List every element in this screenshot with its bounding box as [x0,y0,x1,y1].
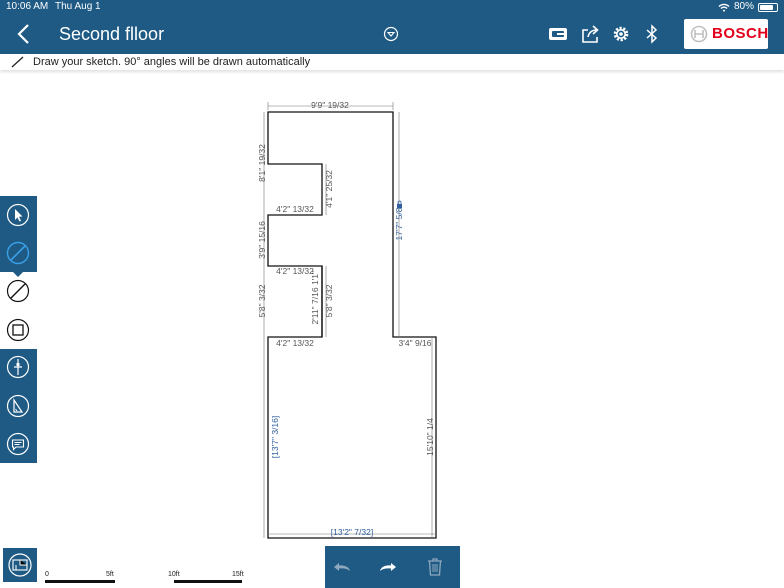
dim-step: 3'4" 9/16 [399,338,432,348]
laser-icon[interactable] [548,24,568,44]
back-icon[interactable] [14,22,34,46]
battery-icon [758,2,778,12]
dim-right-lower: 15'10" 1/4 [425,418,435,456]
dim-between: 3'9" 15/16 [257,221,267,259]
floorplan-icon [8,553,32,577]
dim-left-upper: 8'1" 19/32 [257,144,267,182]
bosch-logo-icon [690,25,708,43]
bluetooth-icon[interactable] [642,24,662,44]
tool-select[interactable] [5,202,31,228]
cursor-icon [6,203,30,227]
dim-bottom: [13'2" 7/32] [331,527,373,537]
dropdown-icon[interactable] [383,26,399,42]
status-time: 10:06 AM [6,1,49,12]
floorplan-button[interactable] [3,548,37,582]
status-right: 80% [718,0,778,14]
dim-notch2-bottom: 4'2" 13/32 [276,338,314,348]
page-title: Second flloor [59,24,165,44]
tool-angle[interactable] [5,393,31,419]
tool-line[interactable] [5,278,31,304]
hint-bar: Draw your sketch. 90° angles will be dra… [0,54,784,70]
dim-left-lower: [13'7" 3/16] [270,416,280,458]
nav-bar: Second flloor BOSCH [0,14,784,54]
scale-bar-right: 10ft 15ft [168,571,244,585]
edit-bar [325,546,460,588]
dim-notch2-inner-b: 1'1" [310,271,320,285]
rectangle-icon [6,318,30,342]
draw-icon [6,241,30,265]
scale-segment [174,580,242,583]
tool-comment[interactable] [5,431,31,457]
comment-icon [6,432,30,456]
dim-notch1-inner: 4'1" 25/32 [324,170,334,208]
tool-rectangle[interactable] [5,317,31,343]
dim-right-upper: 17'7" 5/8 [394,207,404,240]
scale-segment [45,580,115,583]
share-icon[interactable] [580,24,600,44]
scale-label-0: 0 [45,571,49,578]
hint-text: Draw your sketch. 90° angles will be dra… [33,56,311,68]
dim-notch2-right: 5'8" 3/32 [324,284,334,317]
status-bar: 10:06 AM Thu Aug 1 80% [0,0,784,14]
dim-notch2-inner: 2'11" 7/16 [310,287,320,324]
scale-bar-left: 0 5ft [45,571,117,585]
line-icon [6,279,30,303]
caret-icon [13,272,23,277]
tool-draw[interactable] [5,240,31,266]
dim-top: 9'9" 19/32 [311,100,349,110]
dimension-labels: 9'9" 19/32 8'1" 19/32 4'2" 13/32 4'1" 25… [257,100,435,537]
angle-icon [6,394,30,418]
lock-icon [397,200,402,208]
dimension-lines [263,102,436,538]
scale-label-10: 10ft [168,571,180,578]
undo-icon[interactable] [330,555,354,579]
gear-icon[interactable] [611,24,631,44]
pencil-icon [11,56,24,68]
bosch-logo-text: BOSCH [712,25,769,42]
sketch-canvas[interactable]: 9'9" 19/32 8'1" 19/32 4'2" 13/32 4'1" 25… [0,72,784,588]
wifi-icon [718,3,730,12]
scale-label-5: 5ft [106,571,114,578]
tool-measure[interactable] [5,354,31,380]
floor-plan-outline [267,111,437,539]
battery-percent: 80% [733,1,754,12]
status-date: Thu Aug 1 [55,1,101,12]
trash-icon[interactable] [423,555,447,579]
bosch-logo-button[interactable]: BOSCH [684,19,768,49]
measure-icon [6,355,30,379]
dim-notch1-depth: 4'2" 13/32 [276,204,314,214]
scale-label-15: 15ft [232,571,244,578]
dim-notch2-top: 4'2" 13/32 [276,266,314,276]
redo-icon[interactable] [376,555,400,579]
dim-notch2-left: 5'8" 3/32 [257,284,267,317]
